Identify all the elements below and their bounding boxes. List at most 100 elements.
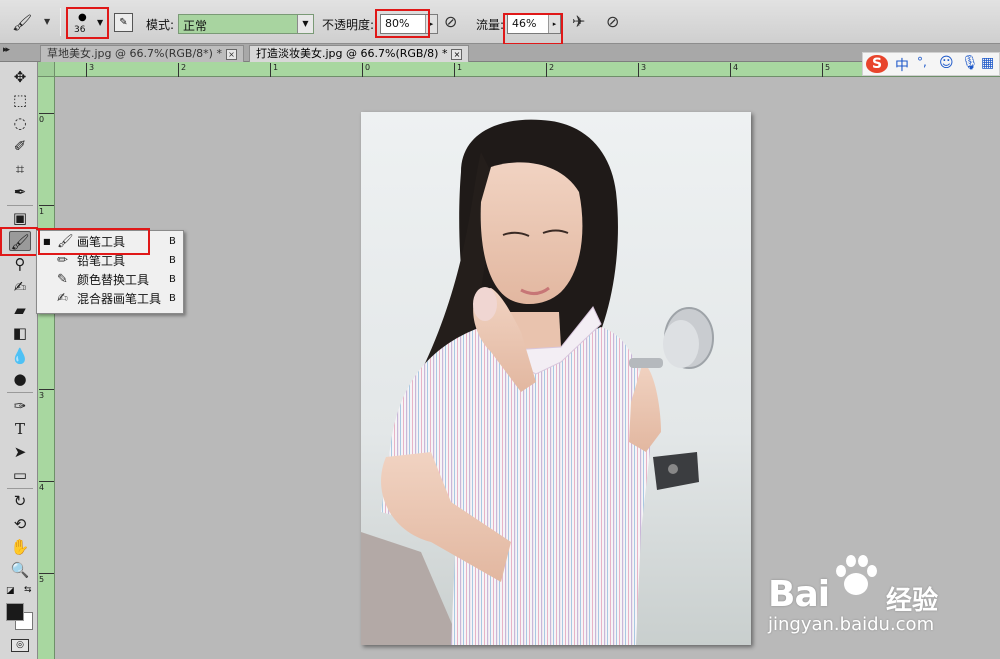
- selected-marker-icon: ■: [43, 237, 51, 246]
- brush-tip-icon: ●: [78, 12, 87, 23]
- brush-size-picker[interactable]: ● 36 ▼: [68, 9, 108, 39]
- ime-punctuation[interactable]: °,: [917, 55, 927, 69]
- tab-document-1[interactable]: 草地美女.jpg @ 66.7%(RGB/8*) * ×: [40, 45, 244, 62]
- ruler-tick: 1: [270, 63, 278, 77]
- flyout-item-label: 铅笔工具: [77, 254, 126, 268]
- healing-brush-tool-icon[interactable]: ▣: [9, 208, 31, 228]
- collapse-panels-icon[interactable]: ▸▸: [3, 45, 10, 55]
- ruler-vertical[interactable]: 0 1 2 3 4 5: [38, 77, 55, 659]
- default-colors-icon[interactable]: ◪: [6, 586, 15, 596]
- ruler-tick: 0: [362, 63, 370, 77]
- document-image[interactable]: [361, 112, 751, 645]
- quick-mask-icon[interactable]: ◎: [11, 639, 29, 652]
- quick-select-tool-icon[interactable]: ✐: [9, 136, 31, 156]
- tab-label: 草地美女.jpg @ 66.7%(RGB/8*) *: [47, 47, 222, 60]
- flyout-item-color-replacement[interactable]: ✎ 颜色替换工具 B: [39, 271, 183, 289]
- pressure-size-icon[interactable]: ⊘: [606, 12, 619, 31]
- ruler-tick: 3: [638, 63, 646, 77]
- flyout-item-pencil[interactable]: ✏ 铅笔工具 B: [39, 252, 183, 270]
- separator: [7, 392, 33, 393]
- ruler-tick: 5: [39, 573, 54, 584]
- mode-label: 模式:: [146, 18, 175, 32]
- chevron-down-icon: ▼: [44, 17, 51, 26]
- dodge-tool-icon[interactable]: ●: [9, 369, 31, 389]
- brush-size-value: 36: [74, 25, 86, 35]
- flow-value: 46%: [512, 17, 537, 30]
- airbrush-icon[interactable]: ✈: [572, 12, 585, 31]
- tool-preset-picker[interactable]: 🖌 ▼: [6, 9, 54, 35]
- marquee-tool-icon[interactable]: ⬚: [9, 90, 31, 110]
- crop-tool-icon[interactable]: ⌗: [9, 159, 31, 179]
- eyedropper-tool-icon[interactable]: ✒: [9, 182, 31, 202]
- ruler-tick: 4: [39, 481, 54, 492]
- sogou-logo-icon[interactable]: S: [866, 55, 888, 73]
- ime-toolbar: S 中 °, ☺ 🎙 ▦: [862, 52, 1000, 76]
- pressure-opacity-icon[interactable]: ⊘: [444, 12, 457, 31]
- microphone-icon[interactable]: 🎙: [961, 55, 979, 71]
- ruler-tick: 4: [730, 63, 738, 77]
- mixer-brush-icon: ✍: [57, 291, 68, 306]
- swap-colors-icon[interactable]: ⇆: [24, 585, 32, 595]
- eraser-tool-icon[interactable]: ▰: [9, 300, 31, 320]
- flow-input[interactable]: 46% ▸: [507, 14, 561, 34]
- 3d-orbit-tool-icon[interactable]: ⟲: [9, 514, 31, 534]
- flyout-item-brush[interactable]: ■ 🖌 画笔工具 B: [39, 233, 183, 251]
- flyout-item-label: 画笔工具: [77, 235, 126, 249]
- lasso-tool-icon[interactable]: ◌: [9, 113, 31, 133]
- foreground-color-swatch[interactable]: [6, 603, 24, 621]
- portrait-photo: [361, 112, 751, 645]
- flow-label: 流量:: [476, 18, 505, 32]
- shortcut-key: B: [169, 274, 176, 285]
- path-select-tool-icon[interactable]: ➤: [9, 442, 31, 462]
- options-bar: 🖌 ▼ ● 36 ▼ ✎ 模式: 正常 ▼ 不透明度: 80% ▸ ⊘ 流量: …: [0, 0, 1000, 44]
- zoom-tool-icon[interactable]: 🔍: [9, 560, 31, 580]
- hand-tool-icon[interactable]: ✋: [9, 537, 31, 557]
- close-icon[interactable]: ×: [451, 48, 463, 60]
- ruler-tick: 0: [39, 113, 54, 124]
- shortcut-key: B: [169, 255, 176, 266]
- shape-tool-icon[interactable]: ▭: [9, 465, 31, 485]
- close-icon[interactable]: ×: [225, 48, 237, 60]
- brush-panel-icon: ✎: [119, 17, 128, 28]
- brush-icon: 🖌: [12, 13, 33, 32]
- shortcut-key: B: [169, 236, 176, 247]
- slider-arrow-icon[interactable]: ▸: [548, 15, 560, 33]
- move-tool-icon[interactable]: ✥: [9, 67, 31, 87]
- flyout-item-mixer-brush[interactable]: ✍ 混合器画笔工具 B: [39, 290, 183, 308]
- clone-stamp-tool-icon[interactable]: ⚲: [9, 254, 31, 274]
- pen-tool-icon[interactable]: ✑: [9, 396, 31, 416]
- slider-arrow-icon[interactable]: ▸: [425, 15, 437, 33]
- ruler-tick: 3: [39, 389, 54, 400]
- blur-tool-icon[interactable]: 💧: [9, 346, 31, 366]
- separator: [7, 488, 33, 489]
- type-tool-icon[interactable]: T: [9, 419, 31, 439]
- flyout-item-label: 颜色替换工具: [77, 273, 150, 287]
- chevron-down-icon: ▼: [97, 18, 104, 27]
- flyout-item-label: 混合器画笔工具: [77, 292, 162, 306]
- ruler-tick: 2: [546, 63, 554, 77]
- opacity-input[interactable]: 80% ▸: [380, 14, 438, 34]
- shortcut-key: B: [169, 293, 176, 304]
- separator: [7, 205, 33, 206]
- color-replace-icon: ✎: [57, 272, 68, 287]
- watermark-brand-2: 经验: [886, 586, 939, 616]
- document-tab-bar: ▸▸ 草地美女.jpg @ 66.7%(RGB/8*) * × 打造淡妆美女.jp…: [0, 44, 1000, 62]
- grid-menu-icon[interactable]: ▦: [981, 55, 994, 71]
- ruler-horizontal[interactable]: 3 2 1 0 1 2 3 4 5: [38, 62, 1000, 77]
- opacity-label: 不透明度:: [322, 18, 375, 32]
- history-brush-tool-icon[interactable]: ✍: [9, 277, 31, 297]
- brush-icon: 🖌: [57, 234, 74, 249]
- brush-tool-flyout: ■ 🖌 画笔工具 B ✏ 铅笔工具 B ✎ 颜色替换工具 B ✍ 混合器画笔工具…: [36, 230, 184, 314]
- ruler-origin[interactable]: [38, 62, 55, 77]
- emoji-icon[interactable]: ☺: [939, 55, 954, 71]
- pencil-icon: ✏: [57, 253, 68, 268]
- tab-document-2[interactable]: 打造淡妆美女.jpg @ 66.7%(RGB/8) * ×: [249, 45, 470, 62]
- mode-select[interactable]: 正常 ▼: [178, 14, 314, 34]
- chevron-down-icon: ▼: [297, 15, 313, 33]
- opacity-value: 80%: [385, 17, 410, 30]
- ime-language[interactable]: 中: [895, 55, 909, 75]
- brush-panel-button[interactable]: ✎: [114, 13, 133, 32]
- gradient-tool-icon[interactable]: ◧: [9, 323, 31, 343]
- 3d-rotate-tool-icon[interactable]: ↻: [9, 491, 31, 511]
- brush-tool-icon[interactable]: 🖌: [9, 231, 31, 251]
